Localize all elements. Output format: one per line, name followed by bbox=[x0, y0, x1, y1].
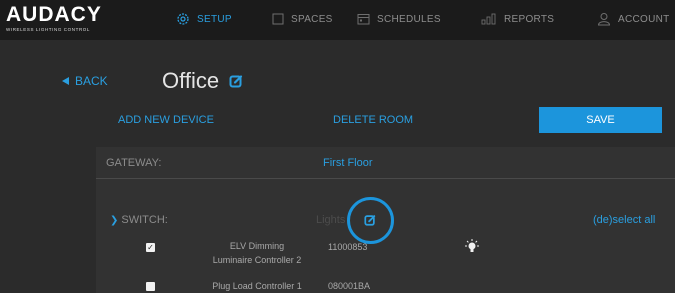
user-icon bbox=[597, 13, 611, 26]
nav-spaces-label: SPACES bbox=[291, 13, 333, 25]
device-name-1: ELV Dimming Luminaire Controller 2 bbox=[205, 239, 309, 267]
nav-setup-label: SETUP bbox=[197, 13, 232, 25]
logo-tagline: WIRELESS LIGHTING CONTROL bbox=[6, 27, 91, 32]
audacy-logo[interactable]: AUDACY WIRELESS LIGHTING CONTROL bbox=[6, 3, 102, 33]
calendar-icon bbox=[357, 14, 370, 25]
back-label: BACK bbox=[75, 74, 108, 88]
top-navigation-bar: AUDACY WIRELESS LIGHTING CONTROL SETUP S… bbox=[0, 0, 675, 40]
page-title: Office bbox=[162, 68, 243, 94]
switch-section-toggle[interactable]: ❯ SWITCH: bbox=[110, 214, 168, 226]
device-checkbox-2[interactable] bbox=[146, 282, 155, 291]
edit-lights-icon[interactable] bbox=[364, 214, 376, 226]
chevron-down-icon: ❯ bbox=[110, 214, 119, 226]
nav-reports[interactable]: REPORTS bbox=[481, 10, 554, 28]
nav-setup[interactable]: SETUP bbox=[176, 10, 232, 28]
light-bulb-icon bbox=[465, 239, 479, 252]
nav-spaces[interactable]: SPACES bbox=[272, 10, 333, 28]
deselect-all-link[interactable]: (de)select all bbox=[593, 214, 655, 226]
nav-reports-label: REPORTS bbox=[504, 13, 555, 25]
device-name-2: Plug Load Controller 1 bbox=[212, 281, 302, 291]
nav-schedules-label: SCHEDULES bbox=[377, 13, 441, 25]
add-new-device-link[interactable]: ADD NEW DEVICE bbox=[118, 114, 214, 126]
gear-icon bbox=[177, 13, 189, 25]
device-id-2: 080001BA bbox=[328, 281, 371, 291]
switch-label: SWITCH: bbox=[121, 214, 168, 226]
device-id-1: 11000853 bbox=[328, 242, 368, 252]
gateway-label: GATEWAY: bbox=[106, 157, 162, 169]
nav-account-label: ACCOUNT bbox=[618, 13, 670, 25]
logo-wordmark: AUDACY bbox=[6, 3, 102, 26]
nav-account[interactable]: ACCOUNT bbox=[597, 10, 670, 28]
gateway-value[interactable]: First Floor bbox=[323, 157, 373, 169]
room-name: Office bbox=[162, 68, 220, 93]
spaces-icon bbox=[272, 13, 284, 25]
device-name-line2: Luminaire Controller 2 bbox=[212, 255, 302, 265]
lights-column-label: Lights bbox=[316, 214, 346, 226]
save-button[interactable]: SAVE bbox=[539, 107, 662, 133]
delete-room-link[interactable]: DELETE ROOM bbox=[333, 114, 413, 126]
edit-icon[interactable] bbox=[229, 74, 243, 88]
checkmark-icon: ✓ bbox=[147, 243, 154, 252]
back-button[interactable]: BACK bbox=[62, 74, 108, 88]
bar-chart-icon bbox=[481, 13, 496, 25]
device-checkbox-1[interactable]: ✓ bbox=[146, 243, 155, 252]
device-name-line1: ELV Dimming bbox=[229, 241, 285, 251]
gateway-divider bbox=[96, 178, 675, 179]
nav-schedules[interactable]: SCHEDULES bbox=[357, 10, 441, 28]
back-arrow-icon bbox=[62, 77, 69, 85]
